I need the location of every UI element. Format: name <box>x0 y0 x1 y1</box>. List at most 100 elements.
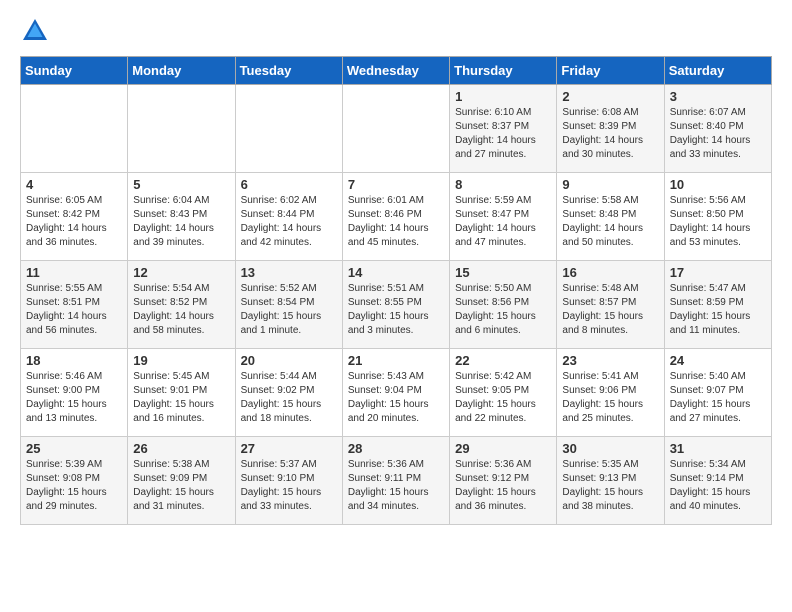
calendar-cell: 18 Sunrise: 5:46 AMSunset: 9:00 PMDayligh… <box>21 349 128 437</box>
calendar-cell: 25 Sunrise: 5:39 AMSunset: 9:08 PMDayligh… <box>21 437 128 525</box>
day-number: 8 <box>455 177 551 192</box>
day-info: Sunrise: 6:08 AMSunset: 8:39 PMDaylight:… <box>562 106 658 162</box>
day-number: 20 <box>241 353 337 368</box>
calendar-cell <box>21 85 128 173</box>
weekday-header: Monday <box>128 57 235 85</box>
day-number: 13 <box>241 265 337 280</box>
calendar-cell: 8 Sunrise: 5:59 AMSunset: 8:47 PMDaylight… <box>450 173 557 261</box>
header <box>20 16 772 46</box>
calendar-cell: 5Sunrise: 6:04 AMSunset: 8:43 PMDaylight… <box>128 173 235 261</box>
day-info: Sunrise: 5:55 AMSunset: 8:51 PMDaylight:… <box>26 282 122 338</box>
calendar-cell: 12Sunrise: 5:54 AMSunset: 8:52 PMDayligh… <box>128 261 235 349</box>
day-info: Sunrise: 6:05 AMSunset: 8:42 PMDaylight:… <box>26 194 122 250</box>
day-info: Sunrise: 5:44 AMSunset: 9:02 PMDaylight:… <box>241 370 337 426</box>
day-number: 15 <box>455 265 551 280</box>
day-info: Sunrise: 5:52 AMSunset: 8:54 PMDaylight:… <box>241 282 337 338</box>
weekday-row: SundayMondayTuesdayWednesdayThursdayFrid… <box>21 57 772 85</box>
calendar-cell: 31Sunrise: 5:34 AMSunset: 9:14 PMDayligh… <box>664 437 771 525</box>
day-info: Sunrise: 5:45 AMSunset: 9:01 PMDaylight:… <box>133 370 229 426</box>
calendar-cell: 7 Sunrise: 6:01 AMSunset: 8:46 PMDaylight… <box>342 173 449 261</box>
day-number: 3 <box>670 89 766 104</box>
calendar-cell: 19 Sunrise: 5:45 AMSunset: 9:01 PMDayligh… <box>128 349 235 437</box>
day-number: 2 <box>562 89 658 104</box>
calendar-cell: 15 Sunrise: 5:50 AMSunset: 8:56 PMDayligh… <box>450 261 557 349</box>
calendar-week-row: 4 Sunrise: 6:05 AMSunset: 8:42 PMDaylight… <box>21 173 772 261</box>
calendar-page: SundayMondayTuesdayWednesdayThursdayFrid… <box>0 0 792 541</box>
calendar-cell: 13 Sunrise: 5:52 AMSunset: 8:54 PMDayligh… <box>235 261 342 349</box>
weekday-header: Saturday <box>664 57 771 85</box>
calendar-week-row: 1 Sunrise: 6:10 AMSunset: 8:37 PMDaylight… <box>21 85 772 173</box>
day-info: Sunrise: 6:04 AMSunset: 8:43 PMDaylight:… <box>133 194 229 250</box>
calendar-cell: 2 Sunrise: 6:08 AMSunset: 8:39 PMDaylight… <box>557 85 664 173</box>
day-info: Sunrise: 5:59 AMSunset: 8:47 PMDaylight:… <box>455 194 551 250</box>
day-number: 22 <box>455 353 551 368</box>
day-info: Sunrise: 5:41 AMSunset: 9:06 PMDaylight:… <box>562 370 658 426</box>
day-info: Sunrise: 5:39 AMSunset: 9:08 PMDaylight:… <box>26 458 122 514</box>
day-info: Sunrise: 5:54 AMSunset: 8:52 PMDaylight:… <box>133 282 229 338</box>
calendar-cell: 1 Sunrise: 6:10 AMSunset: 8:37 PMDaylight… <box>450 85 557 173</box>
calendar-cell: 26 Sunrise: 5:38 AMSunset: 9:09 PMDayligh… <box>128 437 235 525</box>
calendar-cell: 30Sunrise: 5:35 AMSunset: 9:13 PMDayligh… <box>557 437 664 525</box>
calendar-week-row: 11 Sunrise: 5:55 AMSunset: 8:51 PMDayligh… <box>21 261 772 349</box>
day-number: 30 <box>562 441 658 456</box>
day-number: 28 <box>348 441 444 456</box>
weekday-header: Tuesday <box>235 57 342 85</box>
day-number: 29 <box>455 441 551 456</box>
weekday-header: Friday <box>557 57 664 85</box>
day-info: Sunrise: 5:47 AMSunset: 8:59 PMDaylight:… <box>670 282 766 338</box>
calendar-cell: 16 Sunrise: 5:48 AMSunset: 8:57 PMDayligh… <box>557 261 664 349</box>
day-info: Sunrise: 5:34 AMSunset: 9:14 PMDaylight:… <box>670 458 766 514</box>
weekday-header: Sunday <box>21 57 128 85</box>
calendar-cell: 14 Sunrise: 5:51 AMSunset: 8:55 PMDayligh… <box>342 261 449 349</box>
calendar-cell: 17 Sunrise: 5:47 AMSunset: 8:59 PMDayligh… <box>664 261 771 349</box>
day-info: Sunrise: 5:40 AMSunset: 9:07 PMDaylight:… <box>670 370 766 426</box>
calendar-cell: 21 Sunrise: 5:43 AMSunset: 9:04 PMDayligh… <box>342 349 449 437</box>
day-info: Sunrise: 5:48 AMSunset: 8:57 PMDaylight:… <box>562 282 658 338</box>
day-info: Sunrise: 5:36 AMSunset: 9:12 PMDaylight:… <box>455 458 551 514</box>
calendar-cell: 4 Sunrise: 6:05 AMSunset: 8:42 PMDaylight… <box>21 173 128 261</box>
day-number: 7 <box>348 177 444 192</box>
day-info: Sunrise: 6:10 AMSunset: 8:37 PMDaylight:… <box>455 106 551 162</box>
day-number: 14 <box>348 265 444 280</box>
logo-icon <box>20 16 50 46</box>
logo <box>20 16 54 46</box>
calendar-cell: 22Sunrise: 5:42 AMSunset: 9:05 PMDayligh… <box>450 349 557 437</box>
day-info: Sunrise: 6:02 AMSunset: 8:44 PMDaylight:… <box>241 194 337 250</box>
day-number: 1 <box>455 89 551 104</box>
day-number: 17 <box>670 265 766 280</box>
day-info: Sunrise: 5:56 AMSunset: 8:50 PMDaylight:… <box>670 194 766 250</box>
day-info: Sunrise: 5:50 AMSunset: 8:56 PMDaylight:… <box>455 282 551 338</box>
day-info: Sunrise: 5:38 AMSunset: 9:09 PMDaylight:… <box>133 458 229 514</box>
calendar-week-row: 25 Sunrise: 5:39 AMSunset: 9:08 PMDayligh… <box>21 437 772 525</box>
day-number: 23 <box>562 353 658 368</box>
day-number: 25 <box>26 441 122 456</box>
calendar-cell: 24Sunrise: 5:40 AMSunset: 9:07 PMDayligh… <box>664 349 771 437</box>
day-number: 21 <box>348 353 444 368</box>
day-number: 10 <box>670 177 766 192</box>
calendar-cell: 27Sunrise: 5:37 AMSunset: 9:10 PMDayligh… <box>235 437 342 525</box>
day-info: Sunrise: 5:46 AMSunset: 9:00 PMDaylight:… <box>26 370 122 426</box>
day-number: 16 <box>562 265 658 280</box>
day-number: 11 <box>26 265 122 280</box>
calendar-cell: 10 Sunrise: 5:56 AMSunset: 8:50 PMDayligh… <box>664 173 771 261</box>
calendar-cell: 28Sunrise: 5:36 AMSunset: 9:11 PMDayligh… <box>342 437 449 525</box>
weekday-header: Thursday <box>450 57 557 85</box>
calendar-cell: 3 Sunrise: 6:07 AMSunset: 8:40 PMDaylight… <box>664 85 771 173</box>
day-info: Sunrise: 6:01 AMSunset: 8:46 PMDaylight:… <box>348 194 444 250</box>
calendar-week-row: 18 Sunrise: 5:46 AMSunset: 9:00 PMDayligh… <box>21 349 772 437</box>
day-number: 6 <box>241 177 337 192</box>
calendar-cell: 20 Sunrise: 5:44 AMSunset: 9:02 PMDayligh… <box>235 349 342 437</box>
calendar-cell: 29 Sunrise: 5:36 AMSunset: 9:12 PMDayligh… <box>450 437 557 525</box>
day-info: Sunrise: 5:51 AMSunset: 8:55 PMDaylight:… <box>348 282 444 338</box>
day-info: Sunrise: 5:43 AMSunset: 9:04 PMDaylight:… <box>348 370 444 426</box>
day-number: 26 <box>133 441 229 456</box>
day-number: 19 <box>133 353 229 368</box>
day-number: 9 <box>562 177 658 192</box>
day-number: 18 <box>26 353 122 368</box>
calendar-cell: 9Sunrise: 5:58 AMSunset: 8:48 PMDaylight… <box>557 173 664 261</box>
day-number: 27 <box>241 441 337 456</box>
day-number: 4 <box>26 177 122 192</box>
day-info: Sunrise: 6:07 AMSunset: 8:40 PMDaylight:… <box>670 106 766 162</box>
calendar-cell: 6 Sunrise: 6:02 AMSunset: 8:44 PMDaylight… <box>235 173 342 261</box>
calendar-cell: 11 Sunrise: 5:55 AMSunset: 8:51 PMDayligh… <box>21 261 128 349</box>
